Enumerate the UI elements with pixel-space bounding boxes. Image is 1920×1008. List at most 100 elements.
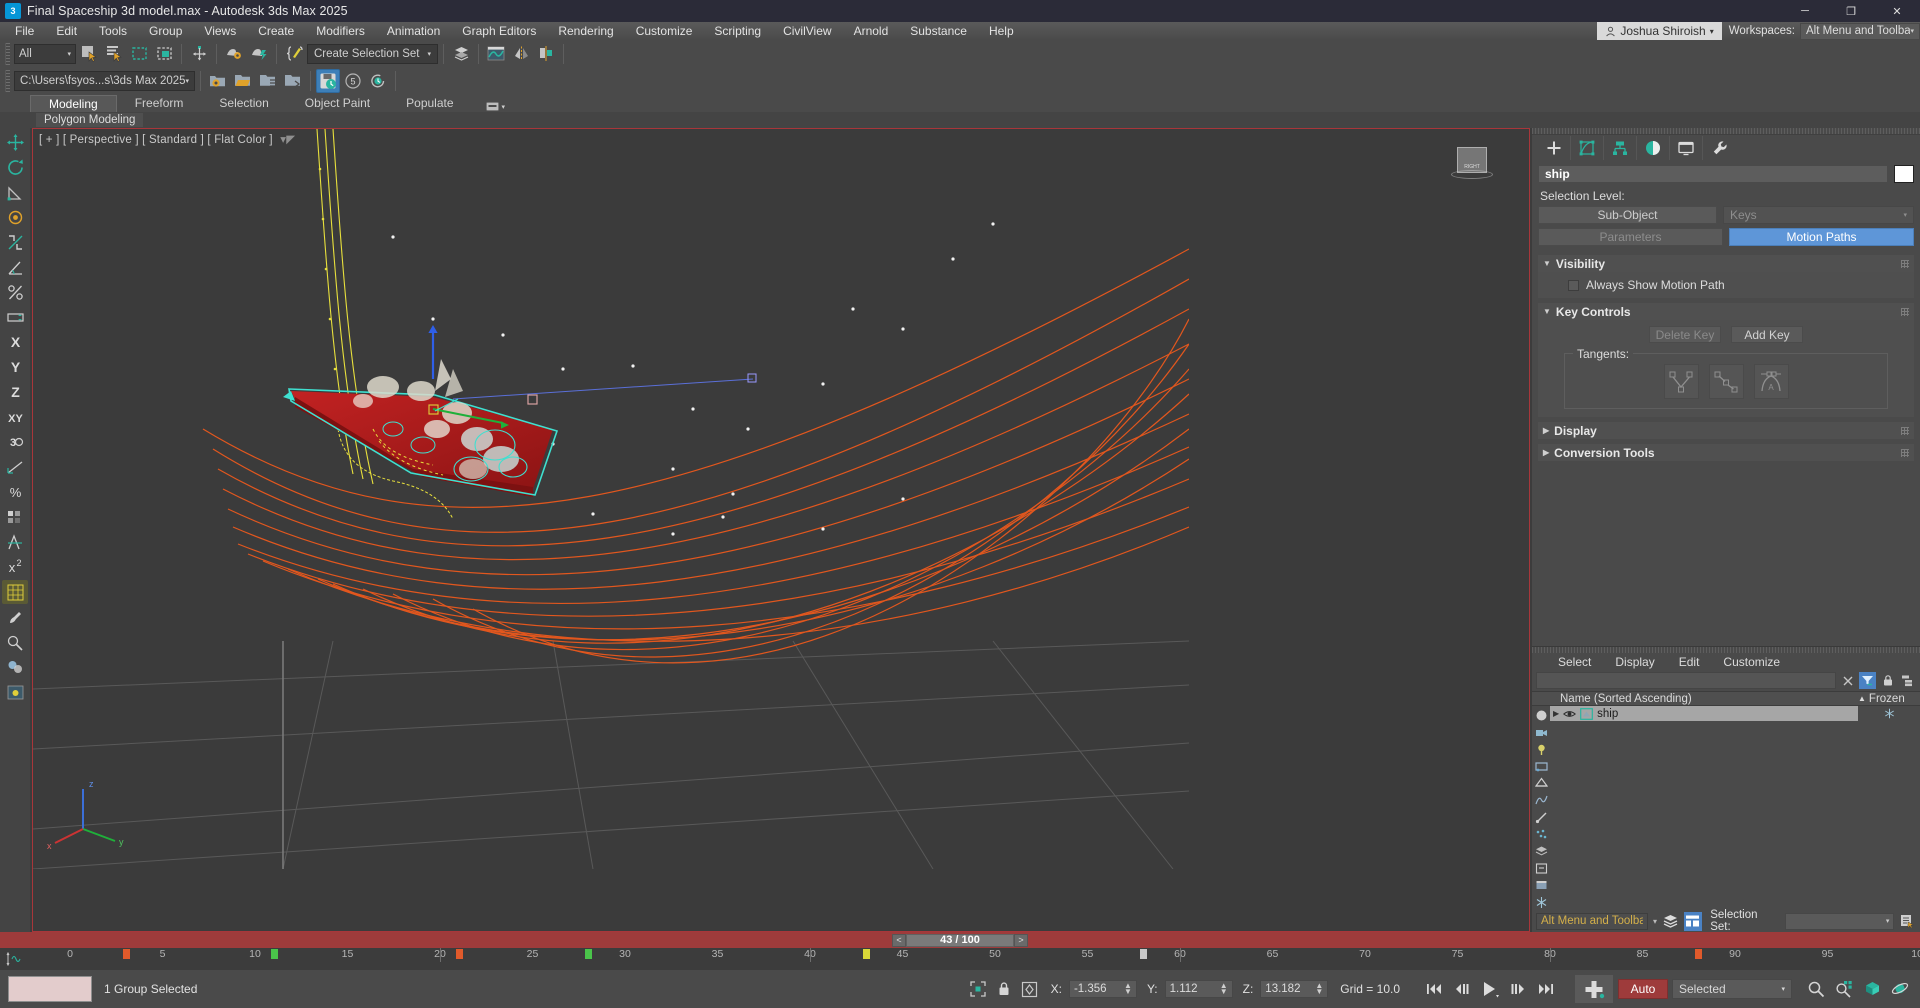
menu-rendering[interactable]: Rendering — [547, 22, 624, 40]
menu-civilview[interactable]: CivilView — [772, 22, 842, 40]
project-structure-button[interactable] — [256, 69, 280, 93]
material-rail-button[interactable] — [2, 655, 28, 679]
menu-create[interactable]: Create — [247, 22, 305, 40]
ribbon-tab-modeling[interactable]: Modeling — [30, 95, 117, 112]
maximize-button[interactable]: ❐ — [1828, 0, 1874, 22]
measure-rail-button[interactable] — [2, 455, 28, 479]
zoom-all-button[interactable] — [1832, 977, 1856, 1001]
space-warps-filter-icon[interactable] — [1533, 793, 1549, 808]
select-and-scale-rail-button[interactable] — [2, 180, 28, 204]
render-rail-button[interactable] — [2, 680, 28, 704]
project-settings-button[interactable] — [206, 69, 230, 93]
helpers-filter-icon[interactable] — [1533, 742, 1549, 757]
window-crossing-button[interactable] — [152, 42, 176, 66]
xrefs-filter-icon[interactable] — [1533, 861, 1549, 876]
filter-button[interactable] — [1859, 672, 1876, 689]
object-color-swatch[interactable] — [1894, 165, 1914, 183]
menu-tools[interactable]: Tools — [88, 22, 138, 40]
menu-graph-editors[interactable]: Graph Editors — [451, 22, 547, 40]
zoom-button[interactable] — [1804, 977, 1828, 1001]
viewport-filter-icon[interactable]: ▾◤ — [280, 134, 295, 146]
lights-filter-icon[interactable] — [1533, 708, 1549, 723]
named-selection-sets-button[interactable] — [1899, 913, 1916, 930]
snapshot-rail-button[interactable] — [2, 530, 28, 554]
cameras-filter-icon[interactable] — [1533, 725, 1549, 740]
select-and-move-rail-button[interactable] — [2, 130, 28, 154]
menu-customize[interactable]: Customize — [625, 22, 704, 40]
x-coord-field[interactable]: -1.356 ▲ ▼ — [1068, 980, 1137, 998]
z-coord-spinner[interactable]: ▲ ▼ — [1315, 982, 1323, 996]
display-tab[interactable] — [1670, 136, 1703, 160]
scene-explorer-column-frozen[interactable]: ▲ Frozen — [1858, 693, 1920, 705]
time-slider-bar[interactable]: < 43 / 100 > — [0, 932, 1920, 948]
menu-substance[interactable]: Substance — [899, 22, 978, 40]
select-similar-rail-button[interactable] — [2, 630, 28, 654]
parameters-button[interactable]: Parameters — [1538, 228, 1723, 246]
next-frame-button-status[interactable] — [1506, 977, 1530, 1001]
track-bar-key[interactable] — [1695, 949, 1702, 959]
toolbar-grip[interactable] — [5, 42, 10, 65]
select-and-place-button[interactable] — [222, 42, 246, 66]
track-bar-key[interactable] — [862, 949, 870, 959]
shapes-filter-icon[interactable] — [1533, 759, 1549, 774]
track-bar-key[interactable] — [1140, 949, 1147, 959]
scene-explorer-menu-display[interactable]: Display — [1603, 655, 1666, 669]
minimize-button[interactable]: ─ — [1782, 0, 1828, 22]
go-to-end-button[interactable] — [1534, 977, 1558, 1001]
ribbon-tab-freeform[interactable]: Freeform — [117, 95, 202, 112]
x-coord-spinner[interactable]: ▲ ▼ — [1124, 982, 1132, 996]
maximize-viewport-button[interactable] — [1860, 977, 1884, 1001]
select-object-button[interactable] — [77, 42, 101, 66]
geometry-filter-icon[interactable] — [1533, 776, 1549, 791]
grid-rail-button[interactable] — [2, 580, 28, 604]
lock-selection-toggle[interactable] — [993, 978, 1015, 1000]
row-expand-icon[interactable]: ▶ — [1553, 709, 1559, 718]
menu-file[interactable]: File — [4, 22, 45, 40]
angle-snap-rail-button[interactable] — [2, 255, 28, 279]
orbit-button[interactable] — [1888, 977, 1912, 1001]
user-account-button[interactable]: Joshua Shiroish ▾ — [1597, 22, 1722, 40]
always-show-motion-path-checkbox[interactable] — [1568, 279, 1579, 291]
uniform-scale-rail-button[interactable] — [2, 205, 28, 229]
row-frozen-cell[interactable] — [1858, 706, 1920, 721]
scene-explorer-menu-customize[interactable]: Customize — [1711, 655, 1792, 669]
view-cube[interactable]: RIGHT — [1451, 147, 1493, 181]
menu-edit[interactable]: Edit — [45, 22, 88, 40]
table-row[interactable]: ▶ ship — [1550, 706, 1858, 721]
percentage-rail-button[interactable]: % — [2, 480, 28, 504]
menu-views[interactable]: Views — [193, 22, 247, 40]
spinner-snap-rail-button[interactable] — [2, 305, 28, 329]
track-bar-key[interactable] — [122, 949, 130, 959]
play-animation-button[interactable] — [1478, 977, 1502, 1001]
conversion-tools-rollout-header[interactable]: ▶ Conversion Tools — [1538, 444, 1914, 461]
delete-key-button[interactable]: Delete Key — [1649, 326, 1721, 343]
z-axis-constraint-button[interactable]: Z — [2, 380, 28, 404]
percent-snap-rail-button[interactable] — [2, 280, 28, 304]
ribbon-toggle-button[interactable] — [1683, 911, 1703, 931]
track-bar-key[interactable] — [585, 949, 592, 959]
sub-object-button[interactable]: Sub-Object — [1538, 206, 1717, 224]
keys-combo[interactable]: Keys ▾ — [1723, 206, 1914, 224]
select-and-rotate-rail-button[interactable] — [2, 155, 28, 179]
command-panel-grip[interactable] — [1532, 128, 1920, 135]
workspace-selector[interactable]: Alt Menu and Toolbar — [1536, 912, 1648, 930]
ribbon-tab-populate[interactable]: Populate — [388, 95, 471, 112]
close-button[interactable]: ✕ — [1874, 0, 1920, 22]
always-show-motion-path-row[interactable]: Always Show Motion Path — [1546, 278, 1906, 292]
mirror-3d-rail-button[interactable]: 3 — [2, 430, 28, 454]
key-controls-rollout-header[interactable]: ▼ Key Controls — [1538, 303, 1914, 320]
key-controls-expand-icon[interactable]: ▼ — [1543, 307, 1551, 316]
menu-scripting[interactable]: Scripting — [703, 22, 772, 40]
layers-filter-icon[interactable] — [1533, 844, 1549, 859]
open-project-folder-button[interactable] — [231, 69, 255, 93]
display-expand-icon[interactable]: ▶ — [1543, 426, 1549, 435]
object-name-field[interactable]: ship — [1538, 165, 1888, 183]
visibility-rollout-header[interactable]: ▼ Visibility — [1538, 255, 1914, 272]
exponent-rail-button[interactable]: x 2 — [2, 555, 28, 579]
particles-filter-icon[interactable] — [1533, 827, 1549, 842]
visibility-expand-icon[interactable]: ▼ — [1543, 259, 1551, 268]
modify-tab[interactable] — [1571, 136, 1604, 160]
view-cube-compass-ring[interactable] — [1451, 170, 1493, 179]
y-coord-field[interactable]: 1.112 ▲ ▼ — [1164, 980, 1233, 998]
menu-modifiers[interactable]: Modifiers — [305, 22, 376, 40]
